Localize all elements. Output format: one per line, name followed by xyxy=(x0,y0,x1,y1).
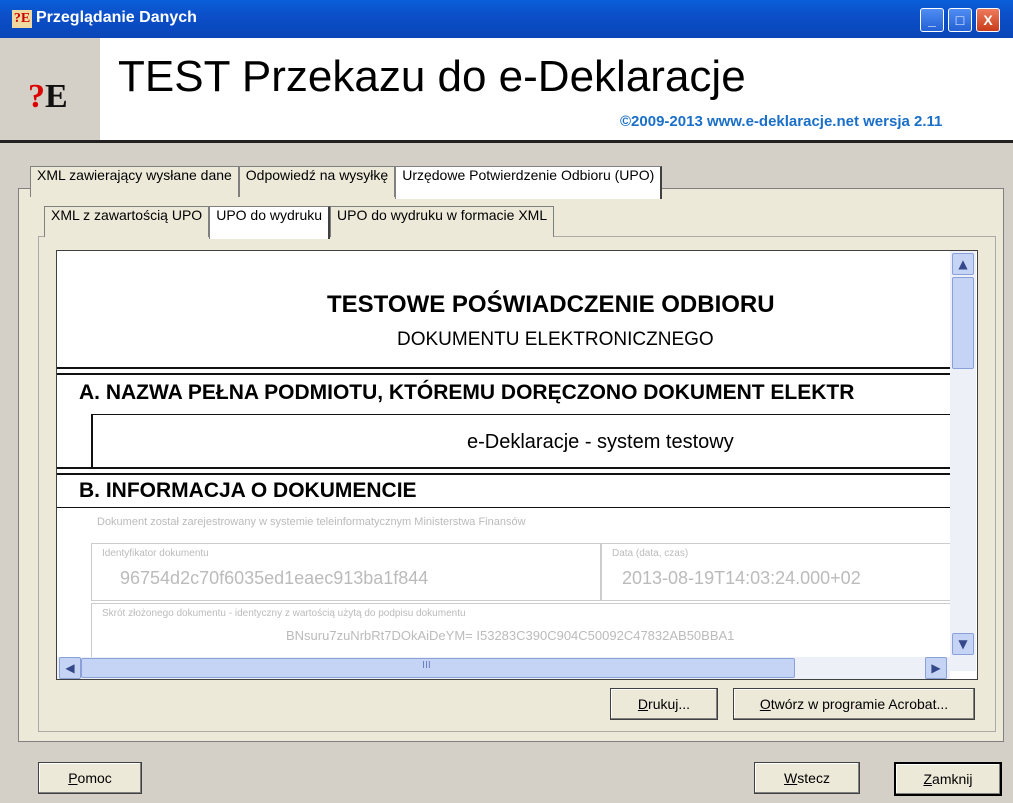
maximize-button[interactable]: □ xyxy=(948,8,972,32)
section-b-note: Dokument został zarejestrowany w systemi… xyxy=(97,516,526,528)
scroll-grip-icon: III xyxy=(422,660,431,671)
document-id-value: 96754d2c70f6035ed1eaec913ba1f844 xyxy=(120,568,429,588)
logo-letter: E xyxy=(45,78,68,115)
logo: ?E xyxy=(28,78,68,116)
section-a-heading: A. NAZWA PEŁNA PODMIOTU, KTÓREMU DORĘCZO… xyxy=(79,381,855,404)
acrobat-accelerator: O xyxy=(759,696,771,712)
title-bar[interactable]: ?E Przeglądanie Danych _ □ X xyxy=(0,0,1013,38)
vertical-scrollbar[interactable]: ▲ ▼ xyxy=(950,251,976,671)
document-hash-box: Skrót złożonego dokumentu - identyczny z… xyxy=(91,603,963,665)
scroll-down-arrow-icon[interactable]: ▼ xyxy=(952,633,974,655)
document-id-label: Identyfikator dokumentu xyxy=(102,548,209,559)
help-label: omoc xyxy=(77,770,112,786)
document-hash-value: BNsuru7zuNrbRt7DOkAiDeYM= I53283C390C904… xyxy=(286,628,735,643)
scroll-up-arrow-icon[interactable]: ▲ xyxy=(952,253,974,275)
document-subtitle: DOKUMENTU ELEKTRONICZNEGO xyxy=(397,329,714,350)
document-viewer[interactable]: TESTOWE POŚWIADCZENIE ODBIORU DOKUMENTU … xyxy=(56,250,978,680)
document-date-box: Data (data, czas) 2013-08-19T14:03:24.00… xyxy=(601,543,963,601)
section-a-value: e-Deklaracje - system testowy xyxy=(467,431,734,453)
divider xyxy=(57,367,950,369)
back-button[interactable]: Wstecz xyxy=(754,762,860,794)
app-title: TEST Przekazu do e-Deklaracje xyxy=(118,52,746,101)
sub-tabs: XML z zawartością UPO UPO do wydruku UPO… xyxy=(44,206,555,239)
divider xyxy=(57,373,950,375)
help-accelerator: P xyxy=(68,770,78,786)
logo-area: ?E xyxy=(0,38,100,140)
scroll-left-arrow-icon[interactable]: ◀ xyxy=(59,657,81,679)
close-label: amknij xyxy=(932,771,973,787)
main-tabs: XML zawierający wysłane dane Odpowiedź n… xyxy=(30,166,663,199)
app-icon: ?E xyxy=(12,10,32,28)
print-button[interactable]: Drukuj... xyxy=(610,688,718,720)
tab-response[interactable]: Odpowiedź na wysyłkę xyxy=(238,166,396,197)
open-in-acrobat-button[interactable]: Otwórz w programie Acrobat... xyxy=(733,688,975,720)
document-id-box: Identyfikator dokumentu 96754d2c70f6035e… xyxy=(91,543,601,601)
print-label: rukuj... xyxy=(648,696,691,712)
close-window-button[interactable]: X xyxy=(976,8,1000,32)
tab-upo-xml-content[interactable]: XML z zawartością UPO xyxy=(44,206,210,237)
section-b-heading: B. INFORMACJA O DOKUMENCIE xyxy=(79,479,417,502)
tab-upo[interactable]: Urzędowe Potwierdzenie Odbioru (UPO) xyxy=(395,166,663,199)
document-date-label: Data (data, czas) xyxy=(612,548,689,559)
scroll-right-arrow-icon[interactable]: ▶ xyxy=(925,657,947,679)
vertical-scroll-thumb[interactable] xyxy=(952,277,974,369)
divider xyxy=(57,473,950,475)
back-label: stecz xyxy=(797,770,830,786)
document-hash-label: Skrót złożonego dokumentu - identyczny z… xyxy=(102,608,466,619)
help-button[interactable]: Pomoc xyxy=(38,762,142,794)
close-button[interactable]: Zamknij xyxy=(894,762,1002,796)
window-title: Przeglądanie Danych xyxy=(36,9,197,26)
document-title: TESTOWE POŚWIADCZENIE ODBIORU xyxy=(327,291,775,318)
tab-upo-print-xml[interactable]: UPO do wydruku w formacie XML xyxy=(330,206,555,237)
horizontal-scrollbar[interactable]: ◀ III ▶ xyxy=(57,657,950,679)
app-header: ?E TEST Przekazu do e-Deklaracje ©2009-2… xyxy=(0,38,1013,143)
logo-question-mark: ? xyxy=(28,78,45,115)
tab-upo-print[interactable]: UPO do wydruku xyxy=(209,206,331,239)
divider xyxy=(57,467,950,469)
horizontal-scroll-thumb[interactable]: III xyxy=(81,658,795,678)
minimize-button[interactable]: _ xyxy=(920,8,944,32)
document-date-value: 2013-08-19T14:03:24.000+02 xyxy=(622,568,861,588)
back-accelerator: W xyxy=(784,770,798,786)
acrobat-label: twórz w programie Acrobat... xyxy=(770,696,949,712)
close-accelerator: Z xyxy=(923,771,933,787)
app-version: ©2009-2013 www.e-deklaracje.net wersja 2… xyxy=(620,113,943,130)
divider xyxy=(57,507,950,508)
print-accelerator: D xyxy=(637,696,649,712)
tab-sent-xml[interactable]: XML zawierający wysłane dane xyxy=(30,166,239,197)
